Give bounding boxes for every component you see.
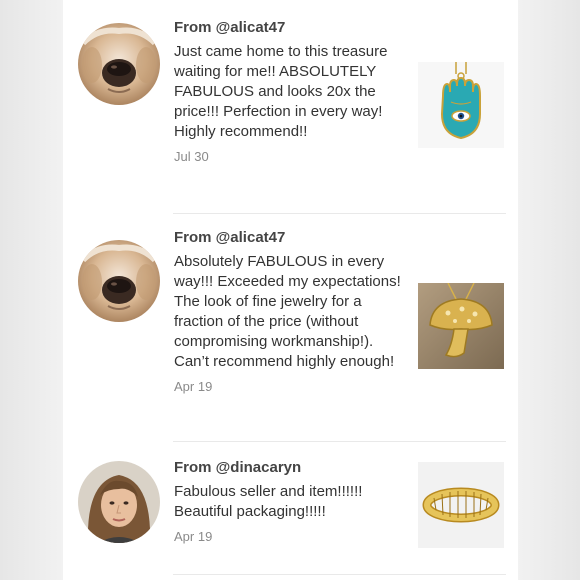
reviews-panel: From @alicat47 Just came home to this tr… (63, 0, 518, 580)
dog-avatar-icon[interactable] (78, 23, 160, 105)
review-item: From @alicat47 Just came home to this tr… (63, 0, 518, 214)
review-item: From @alicat47 Absolutely FABULOUS in ev… (63, 214, 518, 442)
review-date: Apr 19 (174, 529, 213, 544)
review-divider (173, 574, 506, 575)
woman-avatar-icon[interactable] (78, 461, 160, 543)
review-date: Apr 19 (174, 379, 213, 394)
mushroom-pendant-icon[interactable] (418, 283, 504, 369)
review-username[interactable]: From @alicat47 (174, 18, 406, 38)
dog-avatar-icon[interactable] (78, 240, 160, 322)
screenshot-frame: From @alicat47 Just came home to this tr… (0, 0, 580, 580)
review-content: From @alicat47 Just came home to this tr… (174, 18, 406, 166)
review-username[interactable]: From @dinacaryn (174, 458, 406, 478)
review-date: Jul 30 (174, 149, 209, 164)
review-text: Absolutely FABULOUS in every way!!! Exce… (174, 253, 401, 370)
review-text: Just came home to this treasure waiting … (174, 43, 388, 140)
review-username[interactable]: From @alicat47 (174, 228, 406, 248)
hamsa-pendant-icon[interactable] (418, 62, 504, 148)
review-item: From @dinacaryn Fabulous seller and item… (63, 442, 518, 580)
review-text: Fabulous seller and item!!!!!! Beautiful… (174, 483, 363, 520)
gold-bracelet-icon[interactable] (418, 462, 504, 548)
review-content: From @dinacaryn Fabulous seller and item… (174, 458, 406, 546)
review-content: From @alicat47 Absolutely FABULOUS in ev… (174, 228, 406, 396)
